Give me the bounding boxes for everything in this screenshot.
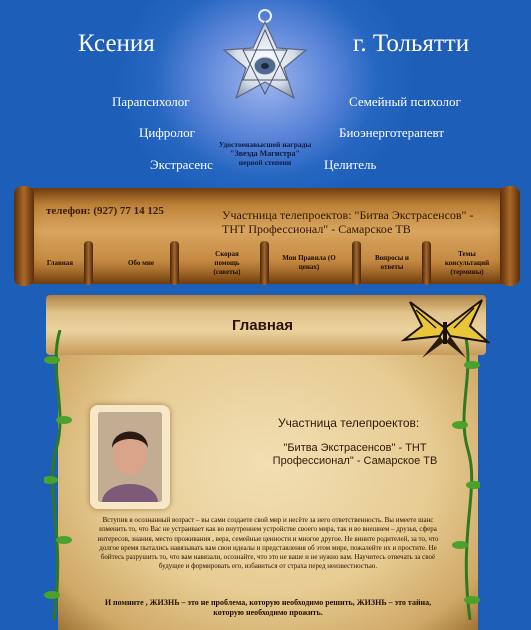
magister-star-icon (222, 9, 308, 100)
nav-item-about[interactable]: Обо мне (114, 243, 168, 283)
vine-right-icon (452, 330, 480, 620)
site-city: г. Тольятти (353, 30, 470, 57)
role-psychic: Экстрасенс (150, 157, 213, 172)
award-name: "Звезда Магистра" (230, 149, 300, 158)
nav-separator (260, 241, 269, 285)
nav-item-home[interactable]: Главная (36, 243, 84, 283)
main-nav: Главная Обо мне Скорая помощь (советы) М… (22, 241, 512, 285)
nav-separator (84, 241, 93, 285)
nav-separator (170, 241, 179, 285)
site-owner-name: Ксения (78, 30, 155, 57)
vine-left-icon (44, 330, 72, 620)
award-title: Удостоенавысшей награды (218, 140, 312, 149)
tv-projects: Участница телепроектов: "Битва Экстрасен… (222, 208, 474, 236)
closing-quote: И помните , ЖИЗНЬ – это не проблема, кот… (104, 598, 432, 617)
nav-separator (352, 241, 361, 285)
nav-item-rules[interactable]: Мои Правила (О ценах) (280, 243, 338, 283)
nav-separator (422, 241, 431, 285)
role-bioenergy-therapist: Биоэнерготерапевт (339, 125, 444, 140)
portrait-photo (98, 412, 162, 502)
role-family-psychologist: Семейный психолог (349, 94, 461, 109)
role-numerologist: Цифролог (139, 125, 195, 140)
role-parapsychologist: Парапсихолог (112, 94, 190, 109)
page-title: Главная (232, 317, 294, 334)
intro-paragraph: Вступив в осознанный возраст – вы сами с… (97, 516, 439, 571)
nav-item-topics[interactable]: Темы консультаций (термины) (438, 243, 496, 283)
nav-item-first-aid[interactable]: Скорая помощь (советы) (202, 243, 252, 283)
nav-item-faq[interactable]: Вопросы и ответы (370, 243, 414, 283)
role-healer: Целитель (324, 157, 377, 172)
butterfly-icon (400, 299, 490, 358)
tv-projects-heading: Участница телепроектов: (278, 416, 420, 430)
award-caption: Удостоенавысшей награды "Звезда Магистра… (205, 140, 325, 167)
phone-number: телефон: (927) 77 14 125 (46, 205, 164, 217)
tv-projects-list: "Битва Экстрасенсов" - ТНТ Профессионал"… (272, 442, 438, 467)
award-degree: первой степени (238, 158, 292, 167)
